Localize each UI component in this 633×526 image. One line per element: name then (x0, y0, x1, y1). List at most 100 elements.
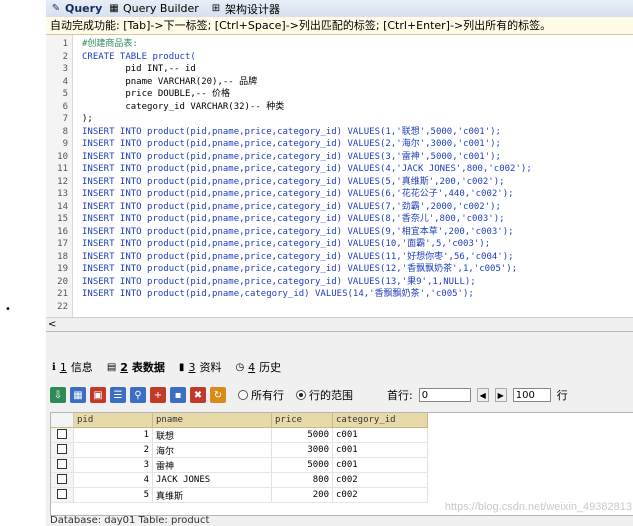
insert-row-icon[interactable]: + (150, 387, 166, 403)
code-line[interactable]: 13 INSERT INTO product(pid,pname,price,ca… (46, 188, 633, 201)
code-line[interactable]: 19 INSERT INTO product(pid,pname,price,ca… (46, 263, 633, 276)
code-line[interactable]: 14 INSERT INTO product(pid,pname,price,ca… (46, 201, 633, 214)
tab-query-builder[interactable]: ▦ Query Builder (108, 0, 199, 17)
save-icon[interactable]: ▪ (170, 387, 186, 403)
code-line[interactable]: 17 INSERT INTO product(pid,pname,price,ca… (46, 238, 633, 251)
horizontal-scrollbar[interactable]: < (46, 317, 633, 331)
tab-number: 3 (188, 360, 196, 374)
table-row[interactable]: 2 海尔 3000 c001 (51, 442, 428, 458)
code-line[interactable]: 9 INSERT INTO product(pid,pname,price,cat… (46, 138, 633, 151)
prev-page-icon[interactable]: ◀ (476, 388, 489, 402)
cell-pname[interactable]: 联想 (152, 427, 272, 443)
cell-pname[interactable]: 雷神 (152, 457, 272, 473)
code-line[interactable]: 11 INSERT INTO product(pid,pname,price,ca… (46, 163, 633, 176)
code-line[interactable]: 8 INSERT INTO product(pid,pname,price,cat… (46, 126, 633, 139)
column-header-pid[interactable]: pid (73, 413, 153, 428)
code-line[interactable]: 2 CREATE TABLE product( (46, 51, 633, 64)
code-line[interactable]: 20 INSERT INTO product(pid,pname,price,ca… (46, 276, 633, 289)
row-checkbox-cell[interactable] (51, 487, 74, 503)
code-line[interactable]: 22 (46, 301, 633, 314)
delete-icon[interactable]: ✖ (190, 387, 206, 403)
refresh-icon[interactable]: ↻ (210, 387, 226, 403)
row-checkbox-cell[interactable] (51, 427, 74, 443)
code-line[interactable]: 16 INSERT INTO product(pid,pname,price,ca… (46, 226, 633, 239)
row-checkbox-cell[interactable] (51, 457, 74, 473)
code-line[interactable]: 18 INSERT INTO product(pid,pname,price,ca… (46, 251, 633, 264)
cell-price[interactable]: 5000 (271, 427, 333, 443)
form-view-icon[interactable]: ▣ (90, 387, 106, 403)
cell-pname[interactable]: 海尔 (152, 442, 272, 458)
row-checkbox-cell[interactable] (51, 442, 74, 458)
checkbox-icon[interactable] (57, 488, 67, 499)
tab-info[interactable]: ℹ 1 信息 (52, 359, 93, 375)
code-line[interactable]: 21 INSERT INTO product(pid,pname,category… (46, 288, 633, 301)
code-text: INSERT INTO product(pid,pname,price,cate… (82, 276, 476, 287)
code-line[interactable]: 12 INSERT INTO product(pid,pname,price,ca… (46, 176, 633, 189)
export-icon[interactable]: ⇩ (50, 387, 66, 403)
line-number: 18 (57, 251, 68, 262)
cell-pid[interactable]: 2 (73, 442, 153, 458)
arrow-left-icon[interactable]: < (48, 318, 56, 331)
cell-pname[interactable]: 真维斯 (152, 487, 272, 503)
tab-history[interactable]: ◷ 4 历史 (235, 359, 281, 375)
cell-category-id[interactable]: c002 (332, 472, 428, 488)
table-row[interactable]: 1 联想 5000 c001 (51, 427, 428, 443)
result-grid[interactable]: pid pname price category_id 1 联想 5000 c001 2… (50, 412, 633, 516)
cell-category-id[interactable]: c001 (332, 427, 428, 443)
cell-pid[interactable]: 3 (73, 457, 153, 473)
code-line[interactable]: 5 price DOUBLE,-- 价格 (46, 88, 633, 101)
code-line[interactable]: 7); (46, 113, 633, 126)
code-text: ); (82, 114, 93, 124)
checkbox-icon[interactable] (57, 443, 67, 454)
checkbox-icon[interactable] (57, 473, 67, 484)
code-line[interactable]: 10 INSERT INTO product(pid,pname,price,ca… (46, 151, 633, 164)
line-number: 5 (62, 89, 68, 99)
grid-view-icon[interactable]: ▦ (70, 387, 86, 403)
code-line[interactable]: 15 INSERT INTO product(pid,pname,price,ca… (46, 213, 633, 226)
table-row[interactable]: 3 雷神 5000 c001 (51, 457, 428, 473)
first-row-input[interactable]: 0 (418, 388, 471, 402)
cell-category-id[interactable]: c001 (332, 442, 428, 458)
checkbox-icon[interactable] (57, 458, 67, 469)
code-line[interactable]: 4 pname VARCHAR(20),-- 品牌 (46, 76, 633, 89)
cell-price[interactable]: 5000 (271, 457, 333, 473)
tab-schema-designer[interactable]: ⊞ 架构设计器 (210, 0, 280, 17)
line-number: 11 (57, 164, 68, 174)
table-row[interactable]: 4 JACK JONES 800 c002 (51, 472, 428, 488)
cell-category-id[interactable]: c002 (332, 487, 428, 503)
cell-price[interactable]: 800 (271, 472, 333, 488)
text-view-icon[interactable]: ☰ (110, 387, 126, 403)
code-line[interactable]: 1 #创建商品表: (46, 38, 633, 51)
cell-price[interactable]: 200 (271, 487, 333, 503)
cell-pid[interactable]: 5 (73, 487, 153, 503)
column-header-category-id[interactable]: category_id (332, 413, 428, 428)
checkbox-icon[interactable] (57, 428, 67, 439)
first-row-label: 首行: (387, 389, 413, 402)
line-number: 20 (57, 276, 68, 287)
editor-tabbar: ✎ Query ▦ Query Builder ⊞ 架构设计器 (46, 0, 633, 18)
sql-editor[interactable]: 1 #创建商品表: 2 CREATE TABLE product(3 pid INT,… (46, 35, 633, 332)
filter-icon[interactable]: ⚲ (130, 387, 146, 403)
column-header-price[interactable]: price (271, 413, 333, 428)
radio-all-rows[interactable]: 所有行 (238, 387, 284, 403)
tab-query[interactable]: ✎ Query (50, 0, 102, 17)
code-text: price DOUBLE,-- 价格 (82, 89, 231, 99)
cell-price[interactable]: 3000 (271, 442, 333, 458)
cell-category-id[interactable]: c001 (332, 457, 428, 473)
tab-profile[interactable]: ▮ 3 资料 (179, 359, 222, 375)
column-header-pname[interactable]: pname (152, 413, 272, 428)
radio-row-range[interactable]: 行的范围 (296, 387, 353, 403)
radio-label: 所有行 (251, 389, 284, 402)
cell-pid[interactable]: 4 (73, 472, 153, 488)
code-line[interactable]: 3 pid INT,-- id (46, 63, 633, 76)
radio-circle (238, 390, 248, 400)
code-line[interactable]: 6 category_id VARCHAR(32)-- 种类 (46, 101, 633, 114)
cell-pid[interactable]: 1 (73, 427, 153, 443)
next-page-icon[interactable]: ▶ (494, 388, 507, 402)
line-number: 2 (62, 51, 68, 62)
cell-pname[interactable]: JACK JONES (152, 472, 272, 488)
table-row[interactable]: 5 真维斯 200 c002 (51, 487, 428, 503)
tab-table-data[interactable]: ▤ 2 表数据 (107, 359, 165, 375)
row-checkbox-cell[interactable] (51, 472, 74, 488)
rows-count-input[interactable]: 100 (512, 388, 551, 402)
